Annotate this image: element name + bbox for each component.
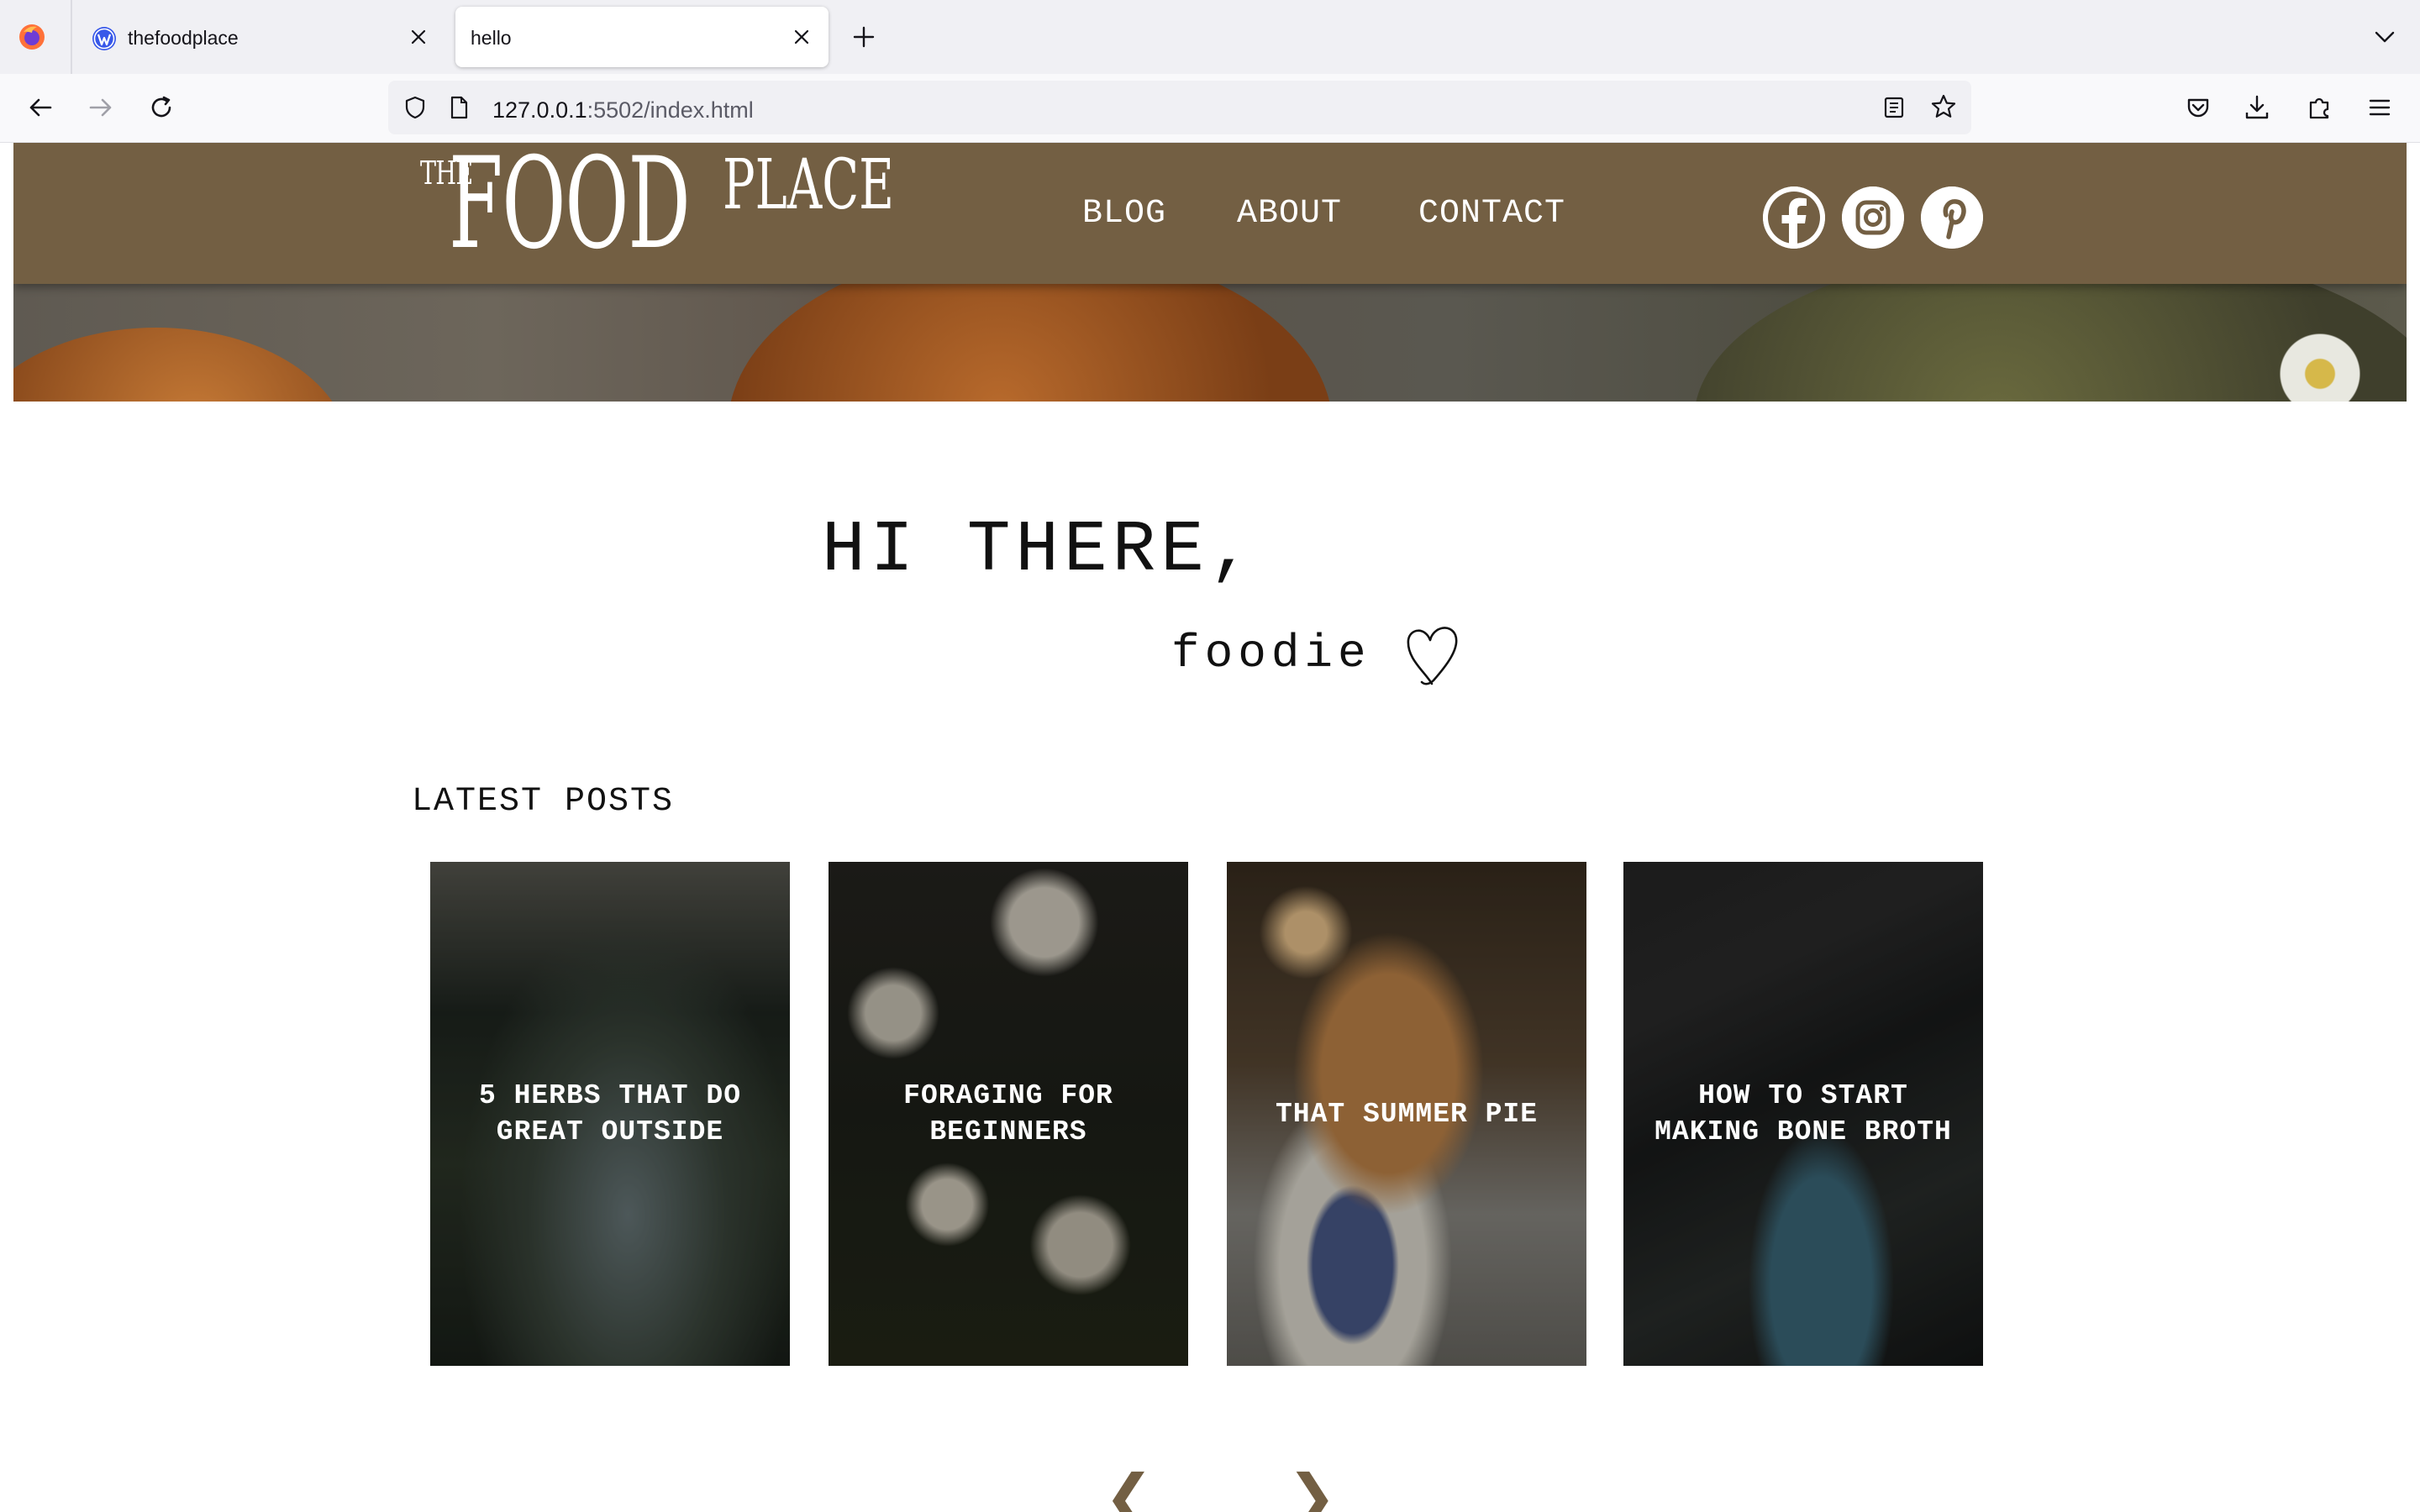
- firefox-icon[interactable]: [17, 22, 47, 52]
- reader-view-icon[interactable]: [1881, 94, 1907, 121]
- pager-prev-button[interactable]: ❮: [1104, 1467, 1154, 1512]
- web-page: THE FOOD PLACE BLOG ABOUT CONTACT HI THE…: [0, 143, 2420, 1512]
- pinterest-icon[interactable]: [1921, 186, 1983, 249]
- instagram-icon[interactable]: [1842, 186, 1904, 249]
- close-icon[interactable]: [790, 25, 813, 49]
- new-tab-plus-icon[interactable]: [850, 24, 877, 50]
- post-card[interactable]: THAT SUMMER PIE: [1227, 862, 1586, 1366]
- url-bar[interactable]: 127.0.0.1:5502/index.html: [388, 81, 1971, 134]
- greeting-subheading: foodie: [1171, 627, 1371, 680]
- nav-about-link[interactable]: ABOUT: [1237, 195, 1342, 233]
- logo-food: FOOD: [449, 143, 691, 277]
- latest-posts-heading: LATEST POSTS: [412, 783, 675, 821]
- extensions-puzzle-icon[interactable]: [2304, 92, 2334, 123]
- download-icon[interactable]: [2242, 92, 2272, 123]
- tab-title: thefoodplace: [128, 27, 239, 49]
- post-title: HOW TO START MAKING BONE BROTH: [1655, 1080, 1952, 1147]
- tab-thefoodplace[interactable]: thefoodplace: [76, 7, 445, 67]
- post-card[interactable]: HOW TO START MAKING BONE BROTH: [1623, 862, 1983, 1366]
- nav-contact-link[interactable]: CONTACT: [1418, 195, 1565, 233]
- greeting-heading: HI THERE,: [822, 509, 1258, 591]
- hero-banner-image: THE FOOD PLACE BLOG ABOUT CONTACT: [13, 143, 2407, 402]
- tab-title: hello: [471, 27, 512, 49]
- close-icon[interactable]: [407, 25, 430, 49]
- back-arrow-icon[interactable]: [25, 92, 55, 123]
- post-card[interactable]: FORAGING FOR BEGINNERS: [829, 862, 1188, 1366]
- menu-hamburger-icon[interactable]: [2365, 92, 2395, 123]
- browser-tabstrip: thefoodplace hello: [0, 0, 2420, 74]
- nav-blog-link[interactable]: BLOG: [1082, 195, 1166, 233]
- url-path: :5502/index.html: [587, 97, 754, 123]
- browser-toolbar: 127.0.0.1:5502/index.html: [0, 74, 2420, 143]
- reload-icon[interactable]: [146, 92, 176, 123]
- tab-hello[interactable]: hello: [455, 7, 829, 67]
- post-title: 5 HERBS THAT DO GREAT OUTSIDE: [478, 1080, 742, 1147]
- facebook-icon[interactable]: [1763, 186, 1825, 249]
- heart-icon: [1407, 627, 1458, 685]
- logo-place: PLACE: [723, 145, 895, 225]
- site-header: THE FOOD PLACE BLOG ABOUT CONTACT: [13, 143, 2407, 284]
- url-host: 127.0.0.1: [492, 97, 587, 123]
- post-title: FORAGING FOR BEGINNERS: [903, 1080, 1113, 1147]
- url-text[interactable]: 127.0.0.1:5502/index.html: [492, 97, 754, 123]
- tab-separator: [71, 0, 72, 74]
- chevron-down-icon[interactable]: [2371, 24, 2398, 50]
- apricot-shape: [13, 328, 350, 402]
- post-title: THAT SUMMER PIE: [1275, 1098, 1539, 1130]
- pocket-icon[interactable]: [2183, 92, 2213, 123]
- post-card[interactable]: 5 HERBS THAT DO GREAT OUTSIDE: [430, 862, 790, 1366]
- shield-icon[interactable]: [402, 94, 429, 121]
- bookmark-star-icon[interactable]: [1929, 92, 1958, 121]
- wordpress-icon: [92, 27, 116, 50]
- pager-next-button[interactable]: ❯: [1287, 1467, 1337, 1512]
- page-icon: [450, 96, 468, 119]
- forward-arrow-icon[interactable]: [86, 92, 116, 123]
